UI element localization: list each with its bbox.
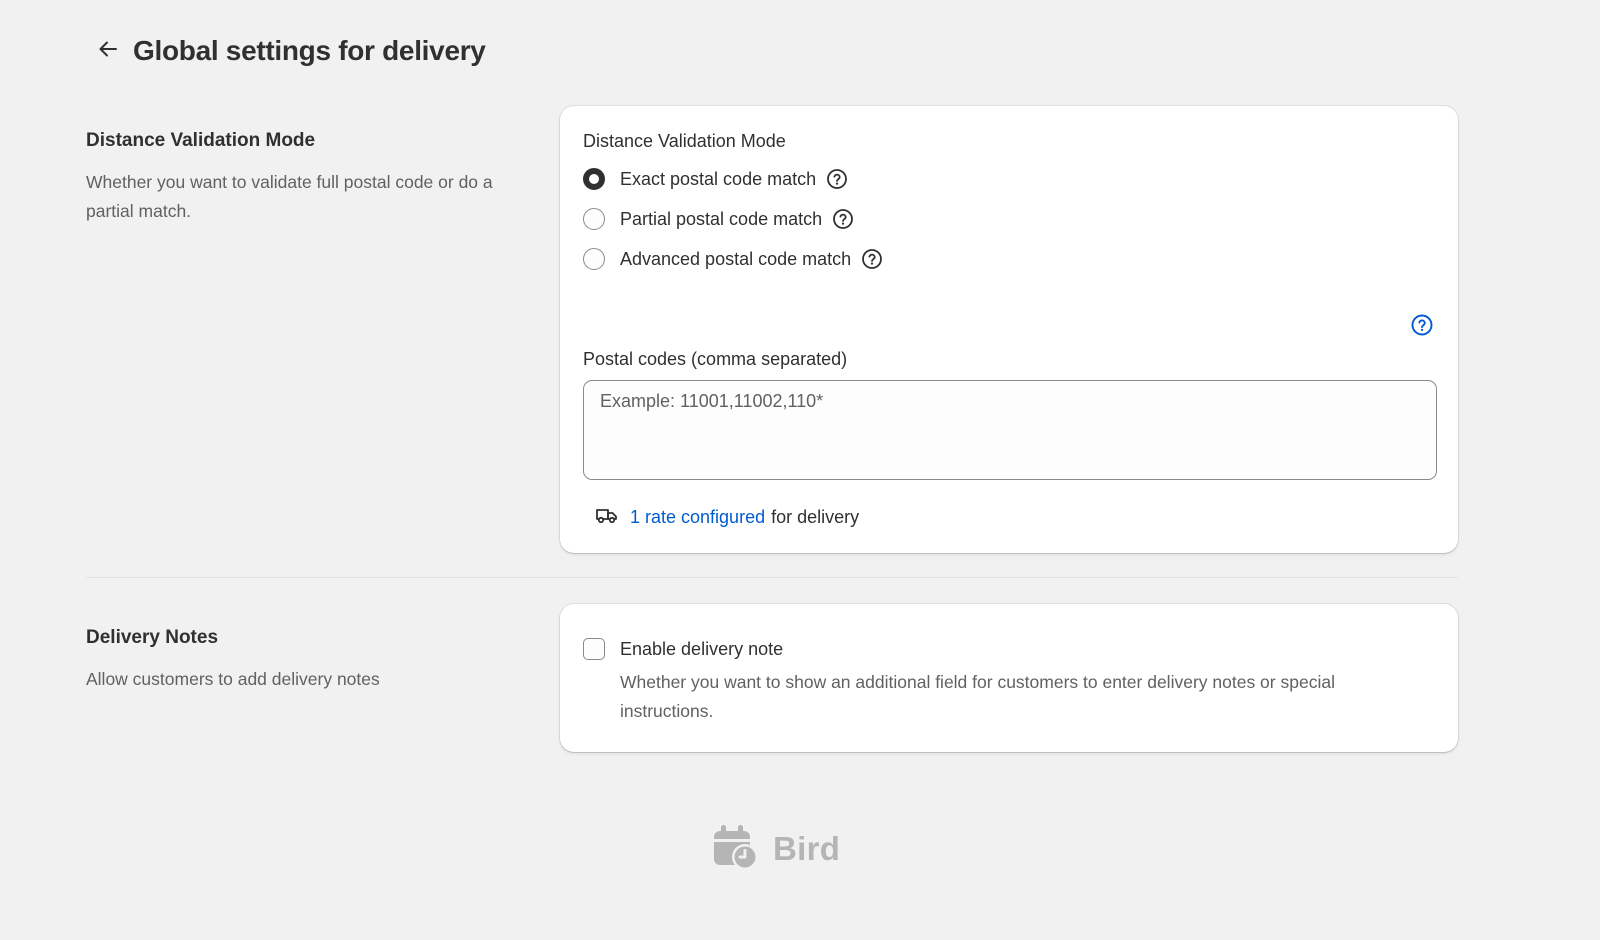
logo-text: Bird: [773, 830, 841, 867]
distance-mode-label: Distance Validation Mode: [583, 131, 786, 151]
enable-delivery-note-label: Enable delivery note: [620, 638, 784, 659]
radio-label-advanced: Advanced postal code match: [620, 248, 852, 269]
postal-codes-label: Postal codes (comma separated): [583, 349, 848, 369]
calendar-clock-icon: [712, 823, 760, 876]
radio-advanced-postal-code[interactable]: [583, 248, 605, 270]
rate-info: 1 rate configured for delivery: [595, 504, 859, 530]
distance-section-info: Distance Validation Mode Whether you wan…: [86, 130, 526, 226]
notes-section-title: Delivery Notes: [86, 627, 219, 648]
distance-section-description: Whether you want to validate full postal…: [86, 172, 493, 221]
back-button[interactable]: [94, 37, 122, 65]
rate-configured-link[interactable]: 1 rate configured: [630, 507, 765, 528]
question-circle-icon[interactable]: [826, 168, 848, 190]
notes-section-info: Delivery Notes Allow customers to add de…: [86, 627, 526, 694]
postal-codes-input[interactable]: [583, 380, 1437, 480]
notes-section-description: Allow customers to add delivery notes: [86, 669, 380, 689]
arrow-left-icon: [97, 38, 119, 65]
radio-partial-postal-code[interactable]: [583, 208, 605, 230]
radio-label-exact: Exact postal code match: [620, 168, 817, 189]
distance-section-title: Distance Validation Mode: [86, 130, 316, 151]
help-question-circle-icon[interactable]: [1410, 313, 1434, 337]
enable-delivery-note-checkbox[interactable]: [583, 638, 605, 660]
distance-validation-card: Distance Validation Mode Exact postal co…: [560, 106, 1458, 553]
radio-option-advanced[interactable]: Advanced postal code match: [583, 246, 883, 272]
delivery-notes-card: Enable delivery note Whether you want to…: [560, 604, 1458, 752]
radio-label-partial: Partial postal code match: [620, 208, 823, 229]
page-title: Global settings for delivery: [133, 35, 486, 66]
radio-option-partial[interactable]: Partial postal code match: [583, 206, 854, 232]
enable-delivery-note-option[interactable]: Enable delivery note: [583, 636, 783, 662]
section-divider: [86, 577, 1458, 578]
footer-logo: Bird: [712, 824, 840, 874]
question-circle-icon[interactable]: [861, 248, 883, 270]
delivery-truck-icon: [595, 505, 619, 530]
delivery-note-help-text: Whether you want to show an additional f…: [620, 672, 1335, 721]
page-header: Global settings for delivery: [94, 28, 486, 74]
radio-option-exact[interactable]: Exact postal code match: [583, 166, 848, 192]
rate-suffix-text: for delivery: [771, 506, 860, 527]
delivery-settings-page: Global settings for delivery Distance Va…: [0, 0, 1600, 940]
question-circle-icon[interactable]: [832, 208, 854, 230]
radio-exact-postal-code[interactable]: [583, 168, 605, 190]
